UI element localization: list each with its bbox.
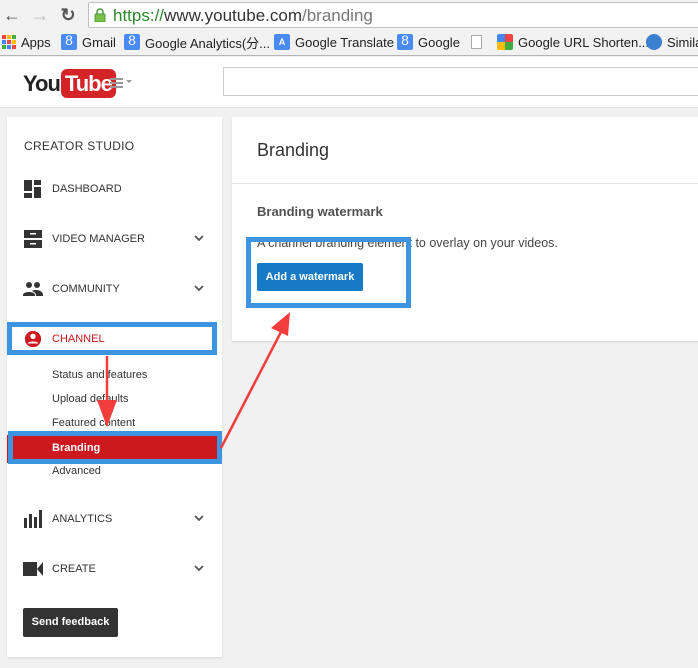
- back-arrow-icon[interactable]: ←: [2, 5, 22, 25]
- subitem-featured-content[interactable]: Featured content: [52, 417, 135, 429]
- page-icon: [471, 35, 482, 49]
- youtube-logo[interactable]: You Tube: [23, 69, 116, 98]
- google-8-icon: 8: [124, 34, 140, 50]
- bookmark-label: Gmail: [82, 34, 116, 50]
- address-bar[interactable]: https://www.youtube.com/branding: [88, 2, 698, 28]
- bookmarks-bar: Apps 8 Gmail 8 Google Analytics(分... A G…: [0, 31, 698, 53]
- google-8-icon: 8: [397, 34, 413, 50]
- apps-grid-icon: [2, 35, 16, 49]
- bookmark-page[interactable]: [471, 33, 482, 51]
- sidebar-item-label: DASHBOARD: [52, 183, 122, 195]
- lock-icon: [94, 8, 106, 22]
- subitem-status-and-features[interactable]: Status and features: [52, 369, 147, 381]
- similarweb-icon: [646, 34, 662, 50]
- bookmark-gmail[interactable]: 8 Gmail: [61, 33, 116, 51]
- reload-icon[interactable]: ↻: [58, 5, 78, 25]
- chevron-down-icon[interactable]: [193, 512, 205, 524]
- chevron-down-icon[interactable]: [193, 282, 205, 294]
- bookmark-label: Google: [418, 34, 460, 50]
- bookmark-label: Simila: [667, 34, 698, 50]
- community-icon: [23, 282, 43, 296]
- logo-you: You: [23, 70, 61, 96]
- creator-studio-sidebar: CREATOR STUDIO DASHBOARD VIDEO MANAGER C…: [7, 117, 222, 657]
- sidebar-item-video-manager[interactable]: VIDEO MANAGER: [7, 224, 222, 254]
- create-icon: [23, 562, 43, 576]
- subitem-upload-defaults[interactable]: Upload defaults: [52, 393, 128, 405]
- card-header: Branding: [232, 117, 698, 184]
- bookmark-google-analytics[interactable]: 8 Google Analytics(分...: [124, 33, 270, 51]
- bookmark-similarweb[interactable]: Simila: [646, 33, 698, 51]
- bookmark-label: Google Analytics(分...: [145, 35, 270, 51]
- sidebar-item-label: COMMUNITY: [52, 283, 120, 295]
- sidebar-item-label: ANALYTICS: [52, 513, 113, 525]
- sidebar-item-analytics[interactable]: ANALYTICS: [7, 504, 222, 534]
- logo-tube: Tube: [60, 69, 116, 98]
- google-8-icon: 8: [61, 34, 77, 50]
- sidebar-title: CREATOR STUDIO: [24, 139, 135, 153]
- browser-chrome: ← → ↻ https://www.youtube.com/branding A…: [0, 0, 698, 56]
- url-text: https://www.youtube.com/branding: [113, 6, 373, 25]
- subitem-label: Branding: [52, 442, 101, 454]
- dashboard-icon: [24, 180, 41, 198]
- sidebar-item-channel[interactable]: CHANNEL: [7, 324, 222, 354]
- search-input[interactable]: [223, 67, 698, 96]
- video-manager-icon: [24, 230, 42, 248]
- page-title: Branding: [257, 140, 330, 160]
- translate-icon: A: [274, 34, 290, 50]
- analytics-icon: [24, 510, 42, 528]
- google-plus-icon: [497, 34, 513, 50]
- add-watermark-button[interactable]: Add a watermark: [257, 263, 363, 291]
- subitem-advanced[interactable]: Advanced: [52, 465, 101, 477]
- section-title: Branding watermark: [257, 204, 383, 219]
- channel-icon: [24, 330, 42, 348]
- send-feedback-button[interactable]: Send feedback: [23, 608, 118, 637]
- bookmark-label: Google URL Shorten...: [518, 34, 650, 50]
- bookmark-google[interactable]: 8 Google: [397, 33, 460, 51]
- sidebar-item-label: CHANNEL: [52, 333, 105, 345]
- sidebar-item-dashboard[interactable]: DASHBOARD: [7, 174, 222, 204]
- bookmark-apps[interactable]: Apps: [2, 33, 51, 51]
- youtube-header: You Tube: [0, 57, 698, 108]
- section-description: A channel branding element to overlay on…: [257, 236, 558, 250]
- chevron-down-icon[interactable]: [193, 232, 205, 244]
- sidebar-item-community[interactable]: COMMUNITY: [7, 274, 222, 304]
- sidebar-item-label: CREATE: [52, 563, 96, 575]
- bookmark-label: Apps: [21, 34, 51, 50]
- guide-menu-icon[interactable]: [110, 78, 132, 90]
- forward-arrow-icon[interactable]: →: [30, 5, 50, 25]
- bookmark-google-translate[interactable]: A Google Translate: [274, 33, 394, 51]
- branding-card: Branding Branding watermark A channel br…: [232, 117, 698, 341]
- subitem-branding[interactable]: Branding: [7, 435, 222, 463]
- sidebar-item-create[interactable]: CREATE: [7, 554, 222, 584]
- chevron-down-icon[interactable]: [193, 562, 205, 574]
- bookmark-url-shortener[interactable]: Google URL Shorten...: [497, 33, 649, 51]
- bookmark-label: Google Translate: [295, 34, 395, 50]
- sidebar-item-label: VIDEO MANAGER: [52, 233, 145, 245]
